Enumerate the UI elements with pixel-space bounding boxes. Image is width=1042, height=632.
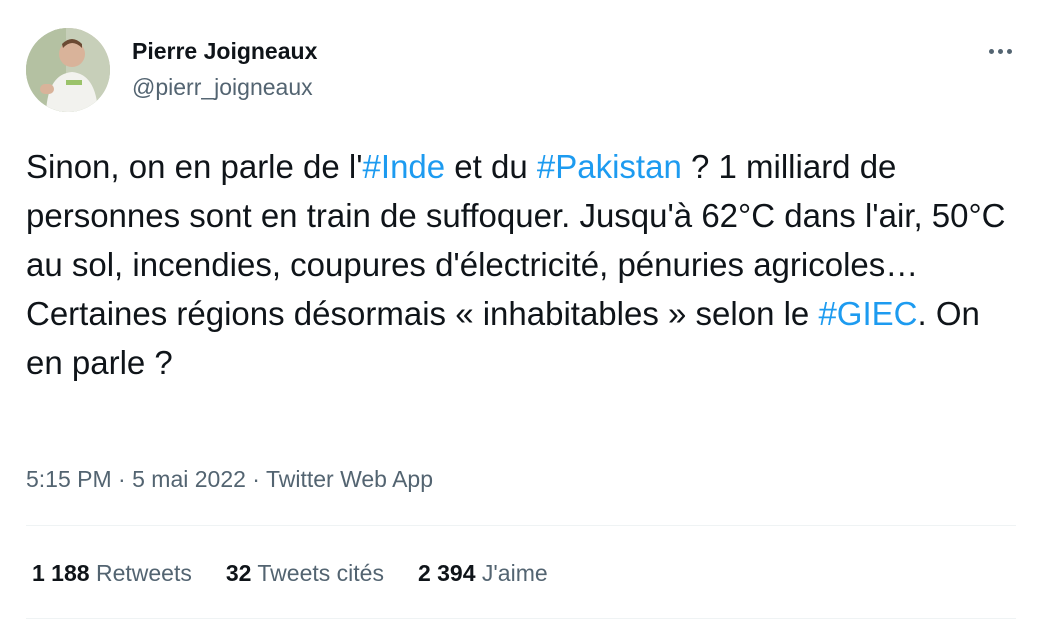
- divider: [26, 618, 1016, 619]
- divider: [26, 525, 1016, 526]
- likes-label: J'aime: [481, 560, 548, 586]
- more-options-button[interactable]: [980, 36, 1020, 66]
- author-handle[interactable]: @pierr_joigneaux: [132, 74, 313, 101]
- hashtag-link-inde[interactable]: #Inde: [363, 148, 446, 185]
- tweet-text-segment: et du: [445, 148, 537, 185]
- quote-tweets-stat[interactable]: 32 Tweets cités: [226, 560, 384, 587]
- quotes-label: Tweets cités: [257, 560, 384, 586]
- quotes-count: 32: [225, 560, 252, 586]
- meta-separator: ·: [111, 466, 133, 492]
- retweets-count: 1 188: [32, 560, 90, 586]
- author-name[interactable]: Pierre Joigneaux: [132, 38, 317, 65]
- tweet-meta: 5:15 PM · 5 mai 2022 · Twitter Web App: [26, 466, 433, 493]
- tweet-text-segment: Sinon, on en parle de l': [26, 148, 363, 185]
- tweet-time[interactable]: 5:15 PM: [26, 466, 112, 492]
- hashtag-link-giec[interactable]: #GIEC: [818, 295, 917, 332]
- retweets-label: Retweets: [95, 560, 192, 586]
- tweet: Pierre Joigneaux @pierr_joigneaux Sinon,…: [0, 0, 1042, 632]
- more-horizontal-icon: [1006, 48, 1012, 54]
- tweet-date[interactable]: 5 mai 2022: [132, 466, 246, 492]
- retweets-stat[interactable]: 1 188 Retweets: [32, 560, 192, 587]
- tweet-source[interactable]: Twitter Web App: [266, 466, 433, 492]
- likes-stat[interactable]: 2 394 J'aime: [418, 560, 548, 587]
- tweet-stats: 1 188 Retweets 32 Tweets cités 2 394 J'a…: [32, 560, 548, 587]
- meta-separator: ·: [245, 466, 266, 492]
- more-horizontal-icon: [988, 48, 994, 54]
- more-horizontal-icon: [997, 48, 1003, 54]
- likes-count: 2 394: [417, 560, 476, 586]
- tweet-text: Sinon, on en parle de l'#Inde et du #Pak…: [26, 142, 1016, 387]
- hashtag-link-pakistan[interactable]: #Pakistan: [537, 148, 682, 185]
- avatar[interactable]: [26, 28, 110, 112]
